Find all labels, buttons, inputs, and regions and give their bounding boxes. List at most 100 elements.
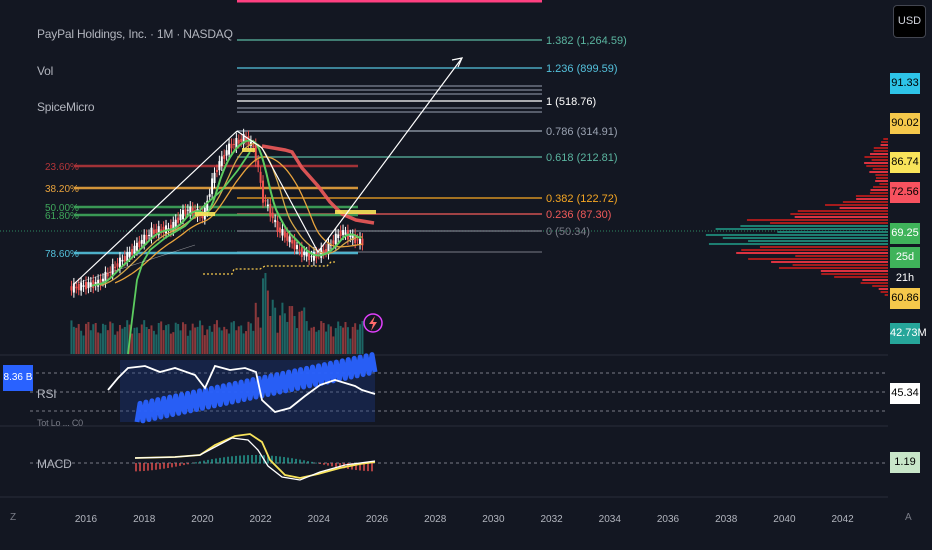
profile-bar xyxy=(875,174,888,176)
macd-histogram-bar xyxy=(183,463,185,466)
volume-bar xyxy=(167,324,170,354)
volume-bar xyxy=(271,299,274,354)
volume-bar xyxy=(143,320,146,354)
profile-bar xyxy=(825,204,888,206)
candle-body xyxy=(339,230,342,237)
chart-stage[interactable]: 0 (50.34) 0.236 (87.30) 0.382 (122.72) 0.61… xyxy=(0,0,932,550)
volume-bar xyxy=(218,327,221,354)
time-tick-label: 2030 xyxy=(482,514,505,525)
macd-histogram-bar xyxy=(191,463,193,464)
volume-bar xyxy=(87,322,90,354)
candle-body xyxy=(293,239,296,250)
profile-bar xyxy=(736,252,888,254)
time-tick-label: 2034 xyxy=(599,514,622,525)
volume-bar xyxy=(237,326,240,354)
candle-body xyxy=(334,233,337,245)
candle-body xyxy=(131,249,134,255)
profile-bar xyxy=(869,192,888,194)
candle-body xyxy=(303,251,306,256)
time-tick-label: 2016 xyxy=(75,514,98,525)
candle-body xyxy=(138,241,141,248)
fib-extension-label: 0.618 (212.81) xyxy=(546,152,618,164)
macd-histogram-bar xyxy=(215,458,217,464)
candle-body xyxy=(135,242,138,251)
profile-bar xyxy=(834,276,888,278)
fib-extension-label: 0.382 (122.72) xyxy=(546,193,618,205)
fib-extension-label: 0.786 (314.91) xyxy=(546,126,618,138)
candle-body xyxy=(143,234,146,245)
time-tick-label: 2026 xyxy=(366,514,389,525)
candle-body xyxy=(152,229,155,234)
currency-button[interactable]: USD xyxy=(893,5,926,38)
profile-bar xyxy=(876,177,888,179)
volume-bar xyxy=(240,325,243,354)
price-tag: 42.73M xyxy=(890,323,927,344)
candle-body xyxy=(80,282,83,291)
volume-bar xyxy=(198,320,201,354)
time-axis[interactable]: 2016 2018 2020 2022 2024 2026 2028 2030 2032 2034… xyxy=(75,514,854,525)
corner-left-button[interactable]: Z xyxy=(10,512,16,523)
volume-bar xyxy=(77,324,80,354)
volume-bar xyxy=(279,315,281,354)
profile-bar xyxy=(864,156,888,158)
candle-body xyxy=(279,227,281,233)
candle-body xyxy=(75,286,78,289)
symbol-title[interactable]: PayPal Holdings, Inc. · 1M · NASDAQ xyxy=(37,27,233,41)
spice-indicator-label[interactable]: SpiceMicro xyxy=(37,100,95,114)
candle-body xyxy=(237,139,240,144)
macd-histogram-bar xyxy=(147,463,149,471)
profile-bar xyxy=(771,261,888,263)
volume-bar xyxy=(337,321,340,354)
macd-histogram-bar xyxy=(287,457,289,464)
candle-body xyxy=(337,234,340,238)
lightning-icon[interactable] xyxy=(363,313,383,333)
macd-histogram-bar xyxy=(235,455,237,464)
volume-bar xyxy=(191,323,194,354)
macd-histogram-bar xyxy=(367,463,369,472)
volume-bar xyxy=(349,338,352,354)
volume-bar xyxy=(322,322,325,354)
rsi-label[interactable]: RSI xyxy=(37,387,57,401)
macd-label[interactable]: MACD xyxy=(37,457,72,471)
macd-histogram-bar xyxy=(327,463,329,466)
volume-bar xyxy=(305,321,308,354)
volume-bar xyxy=(293,316,296,354)
time-tick-label: 2022 xyxy=(249,514,272,525)
candle-body xyxy=(211,178,214,194)
volume-indicator-label[interactable]: Vol xyxy=(37,64,53,78)
candle-body xyxy=(281,228,284,236)
profile-bar xyxy=(875,180,888,182)
candle-body xyxy=(225,150,228,156)
time-tick-label: 2036 xyxy=(657,514,680,525)
macd-histogram-bar xyxy=(275,456,277,464)
volume-bar xyxy=(118,324,121,354)
candle-body xyxy=(208,194,211,197)
profile-bar xyxy=(715,228,888,230)
volume-bar xyxy=(111,323,114,354)
projection-line xyxy=(236,57,463,254)
time-tick-label: 2020 xyxy=(191,514,214,525)
volume-bar xyxy=(295,328,298,354)
volume-bar xyxy=(182,322,184,354)
volume-bar xyxy=(266,290,269,354)
volume-bar xyxy=(189,330,192,354)
volume-bar xyxy=(148,329,151,354)
profile-bar xyxy=(741,249,888,251)
candle-body xyxy=(77,283,80,291)
volume-bar xyxy=(356,329,359,354)
candle-body xyxy=(92,280,95,289)
volume-bar xyxy=(286,321,289,354)
volume-bar xyxy=(291,306,294,354)
candle-body xyxy=(111,264,114,276)
chart-canvas[interactable]: 0 (50.34) 0.236 (87.30) 0.382 (122.72) 0.61… xyxy=(0,0,932,550)
volume-bar xyxy=(225,329,228,354)
candle-body xyxy=(300,247,303,258)
candle-body xyxy=(342,230,345,235)
volume-bar xyxy=(344,322,347,354)
macd-histogram-bar xyxy=(331,463,333,467)
auto-scale-button[interactable]: A xyxy=(905,512,912,523)
candle-body xyxy=(177,217,180,223)
profile-bar xyxy=(759,246,888,248)
volume-bar xyxy=(252,330,255,354)
candle-body xyxy=(114,266,117,268)
